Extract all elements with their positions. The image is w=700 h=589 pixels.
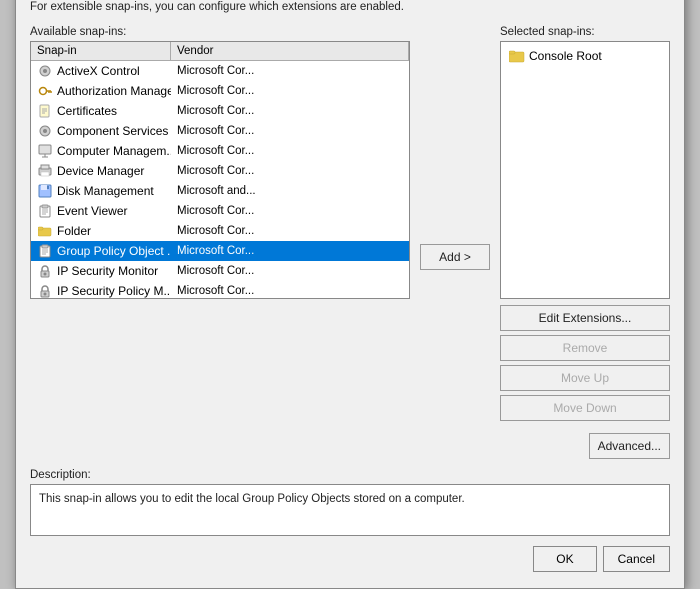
console-root-label: Console Root: [529, 49, 602, 63]
snap-in-name: Device Manager: [31, 161, 171, 181]
snap-in-name: Authorization Manager: [31, 81, 171, 101]
snap-in-vendor: Microsoft Cor...: [171, 83, 409, 99]
snap-in-icon: [37, 243, 53, 259]
right-panel: Selected snap-ins: Console Root Edit Ex: [500, 26, 670, 459]
table-row[interactable]: Folder Microsoft Cor...: [31, 221, 409, 241]
snap-in-icon: [37, 63, 53, 79]
snap-in-icon: [37, 143, 53, 159]
table-row[interactable]: Computer Managem... Microsoft Cor...: [31, 141, 409, 161]
snap-in-vendor: Microsoft Cor...: [171, 203, 409, 219]
snap-in-vendor: Microsoft Cor...: [171, 163, 409, 179]
snap-in-name: Group Policy Object ...: [31, 241, 171, 261]
snap-in-icon: [37, 263, 53, 279]
table-row[interactable]: ActiveX Control Microsoft Cor...: [31, 61, 409, 81]
bottom-buttons: OK Cancel: [30, 546, 670, 576]
available-label: Available snap-ins:: [30, 26, 410, 38]
table-row[interactable]: Certificates Microsoft Cor...: [31, 101, 409, 121]
add-button[interactable]: Add >: [420, 244, 490, 270]
cancel-button[interactable]: Cancel: [603, 546, 670, 572]
snap-in-name: Component Services: [31, 121, 171, 141]
middle-panel: Add >: [420, 26, 490, 459]
snap-in-name: ActiveX Control: [31, 61, 171, 81]
table-row[interactable]: Device Manager Microsoft Cor...: [31, 161, 409, 181]
header-vendor[interactable]: Vendor: [171, 42, 409, 60]
snap-in-table: Snap-in Vendor ActiveX Control Microsoft…: [30, 41, 410, 299]
snap-in-icon: [37, 223, 53, 239]
snap-in-name: Computer Managem...: [31, 141, 171, 161]
advanced-row: Advanced...: [500, 425, 670, 459]
intro-text: You can select snap-ins for this console…: [30, 0, 670, 16]
selected-label: Selected snap-ins:: [500, 26, 670, 38]
snap-in-icon: [37, 283, 53, 298]
snap-in-name: IP Security Monitor: [31, 261, 171, 281]
snap-in-vendor: Microsoft Cor...: [171, 63, 409, 79]
ok-button[interactable]: OK: [533, 546, 596, 572]
dialog-body: You can select snap-ins for this console…: [16, 0, 684, 588]
snap-in-vendor: Microsoft Cor...: [171, 263, 409, 279]
left-panel: Available snap-ins: Snap-in Vendor Activ…: [30, 26, 410, 459]
snap-in-vendor: Microsoft Cor...: [171, 143, 409, 159]
remove-button[interactable]: Remove: [500, 335, 670, 361]
console-root-item[interactable]: Console Root: [505, 46, 665, 66]
selected-box: Console Root: [500, 41, 670, 299]
snap-in-name: IP Security Policy M...: [31, 281, 171, 298]
header-snap-in[interactable]: Snap-in: [31, 42, 171, 60]
table-row[interactable]: Authorization Manager Microsoft Cor...: [31, 81, 409, 101]
description-box: This snap-in allows you to edit the loca…: [30, 484, 670, 536]
snap-in-vendor: Microsoft Cor...: [171, 223, 409, 239]
table-row[interactable]: Component Services Microsoft Cor...: [31, 121, 409, 141]
snap-in-icon: [37, 103, 53, 119]
snap-in-vendor: Microsoft Cor...: [171, 123, 409, 139]
table-header: Snap-in Vendor: [31, 42, 409, 61]
move-down-button[interactable]: Move Down: [500, 395, 670, 421]
snap-in-name: Folder: [31, 221, 171, 241]
snap-in-name: Event Viewer: [31, 201, 171, 221]
snap-in-icon: [37, 83, 53, 99]
snap-in-icon: [37, 123, 53, 139]
folder-icon: [509, 48, 525, 64]
table-row[interactable]: Group Policy Object ... Microsoft Cor...: [31, 241, 409, 261]
table-row[interactable]: Event Viewer Microsoft Cor...: [31, 201, 409, 221]
snap-in-vendor: Microsoft Cor...: [171, 283, 409, 298]
edit-extensions-button[interactable]: Edit Extensions...: [500, 305, 670, 331]
table-row[interactable]: IP Security Monitor Microsoft Cor...: [31, 261, 409, 281]
advanced-button[interactable]: Advanced...: [589, 433, 670, 459]
snap-in-vendor: Microsoft Cor...: [171, 243, 409, 259]
snap-in-name: Disk Management: [31, 181, 171, 201]
table-row[interactable]: IP Security Policy M... Microsoft Cor...: [31, 281, 409, 298]
right-buttons: Edit Extensions... Remove Move Up Move D…: [500, 305, 670, 459]
description-section: Description: This snap-in allows you to …: [30, 469, 670, 536]
snap-in-vendor: Microsoft and...: [171, 183, 409, 199]
main-area: Available snap-ins: Snap-in Vendor Activ…: [30, 26, 670, 459]
snap-in-name: Certificates: [31, 101, 171, 121]
snap-in-icon: [37, 183, 53, 199]
snap-in-icon: [37, 163, 53, 179]
table-row[interactable]: Disk Management Microsoft and...: [31, 181, 409, 201]
snap-in-vendor: Microsoft Cor...: [171, 103, 409, 119]
description-label: Description:: [30, 469, 670, 481]
snap-in-list[interactable]: ActiveX Control Microsoft Cor... Authori…: [31, 61, 409, 298]
snap-in-icon: [37, 203, 53, 219]
add-remove-snapins-dialog: Add or Remove Snap-ins ✕ You can select …: [15, 0, 685, 589]
move-up-button[interactable]: Move Up: [500, 365, 670, 391]
